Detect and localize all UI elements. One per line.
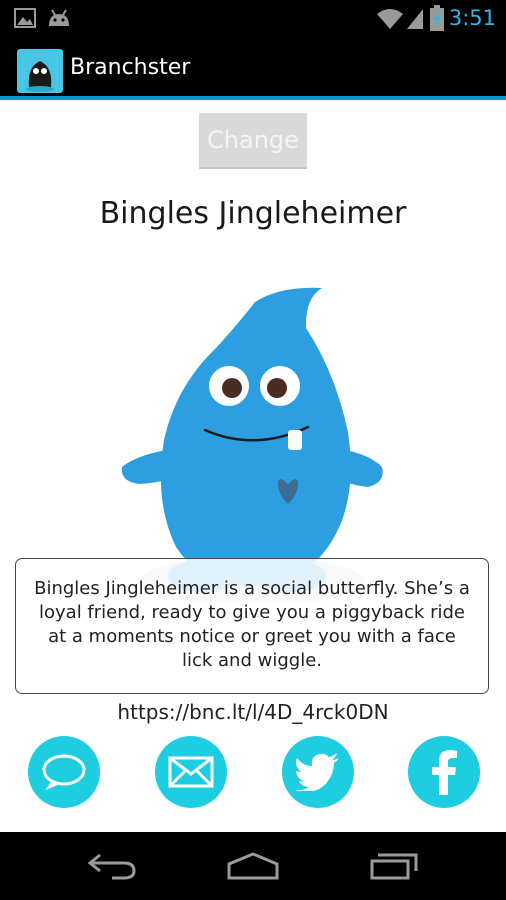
facebook-share-button[interactable] <box>408 736 480 808</box>
image-icon <box>14 8 36 28</box>
sms-share-button[interactable] <box>28 736 100 808</box>
description-panel: Bingles Jingleheimer is a social butterf… <box>15 558 489 694</box>
app-icon[interactable] <box>17 49 63 93</box>
twitter-bird-icon <box>295 753 339 791</box>
facebook-f-icon <box>432 750 457 795</box>
battery-icon <box>430 5 444 31</box>
android-icon <box>49 9 69 26</box>
monster-name: Bingles Jingleheimer <box>99 196 407 231</box>
chat-bubble-icon <box>42 754 86 791</box>
status-bar: 3:51 <box>0 0 506 38</box>
recents-button[interactable] <box>364 848 424 884</box>
change-button[interactable]: Change <box>199 113 307 167</box>
monster-description: Bingles Jingleheimer is a social butterf… <box>34 578 470 671</box>
home-button[interactable] <box>223 848 283 884</box>
envelope-icon <box>168 756 214 788</box>
home-icon <box>227 852 279 880</box>
back-button[interactable] <box>82 848 142 884</box>
action-bar-divider <box>0 96 506 100</box>
twitter-share-button[interactable] <box>282 736 354 808</box>
action-bar: Branchster <box>0 38 506 100</box>
app-title: Branchster <box>70 55 191 80</box>
status-time: 3:51 <box>448 6 496 30</box>
recents-icon <box>370 853 418 880</box>
wifi-icon <box>377 9 403 29</box>
signal-icon <box>407 9 423 29</box>
email-share-button[interactable] <box>155 736 227 808</box>
monster-illustration <box>121 287 383 602</box>
share-url[interactable]: https://bnc.lt/l/4D_4rck0DN <box>0 700 506 724</box>
back-icon <box>87 853 136 880</box>
navigation-bar <box>0 832 506 900</box>
